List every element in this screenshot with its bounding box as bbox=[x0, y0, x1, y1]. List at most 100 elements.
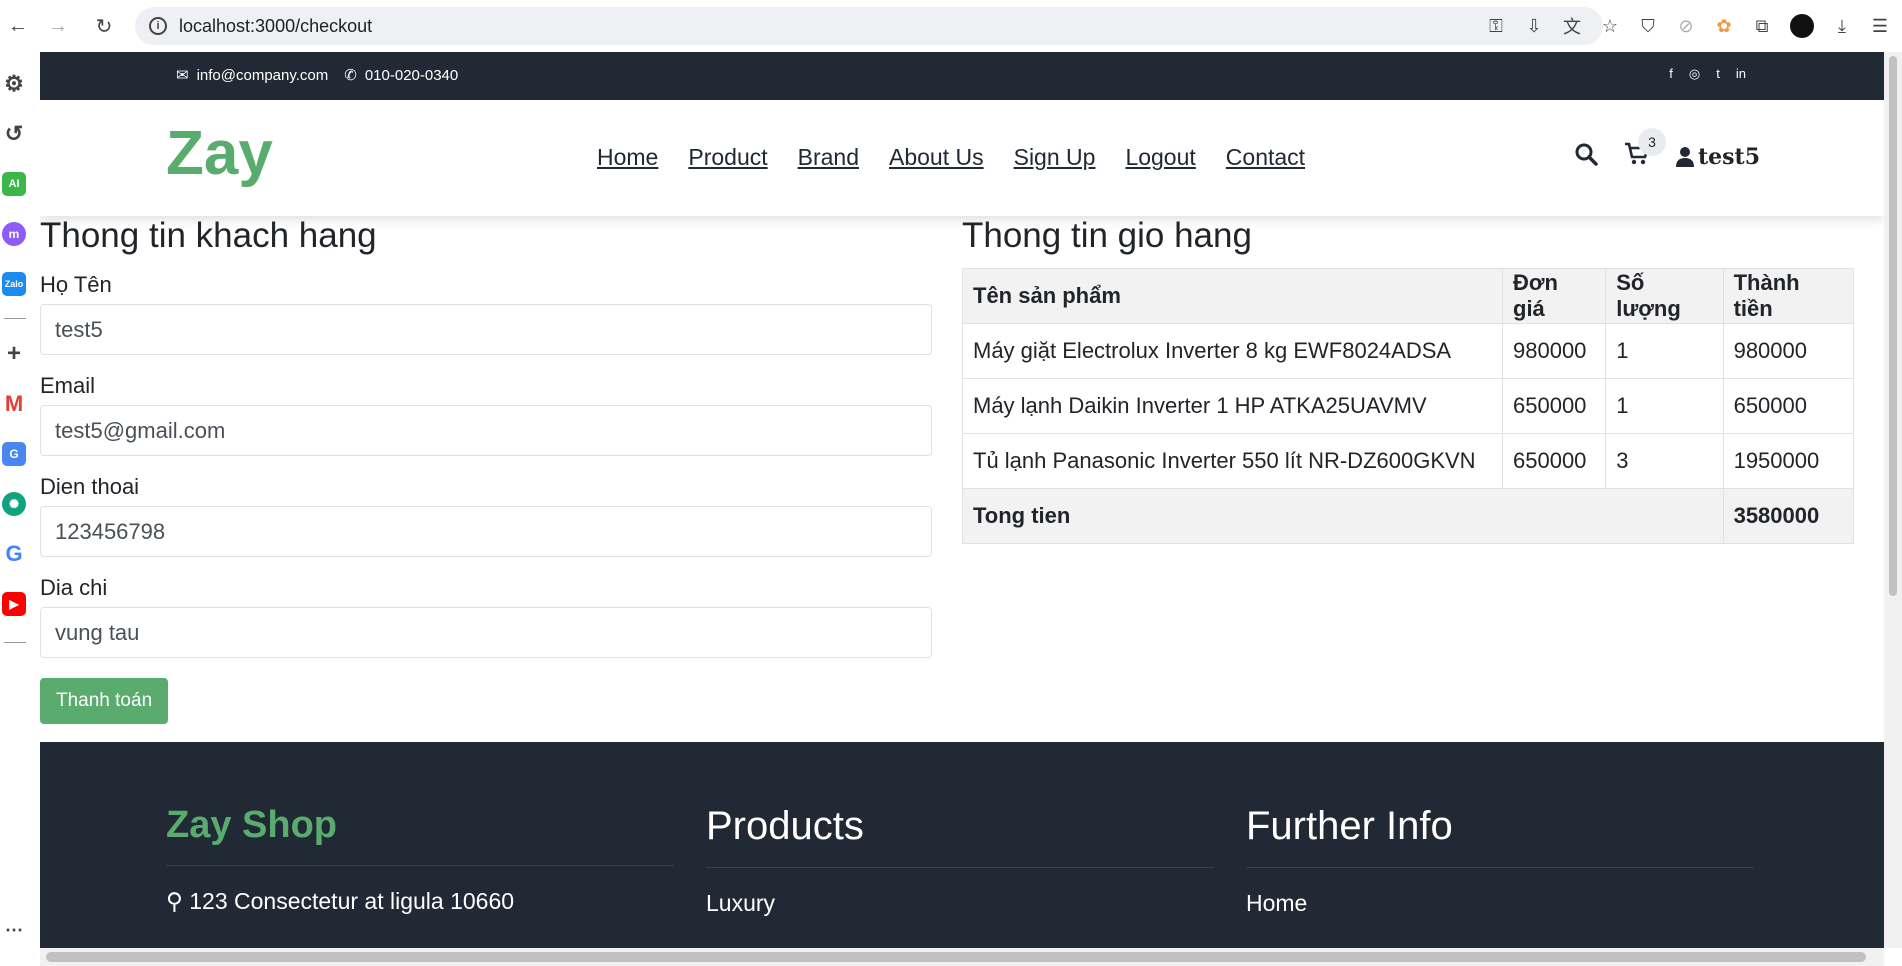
quantity: 1 bbox=[1605, 378, 1724, 434]
total-label: Tong tien bbox=[962, 488, 1724, 544]
zalo-icon[interactable]: Zalo bbox=[2, 272, 26, 296]
browser-toolbar: ← → ↻ i localhost:3000/checkout ⚿ ⇩ 文 ☆ … bbox=[0, 0, 1902, 52]
color-wheel-icon[interactable]: ✿ bbox=[1714, 16, 1734, 36]
phone-text: 010-020-0340 bbox=[364, 66, 459, 84]
footer-address-text: 123 Consectetur at ligula 10660 bbox=[189, 888, 515, 914]
checkout-button[interactable]: Thanh toán bbox=[40, 678, 169, 724]
download-icon[interactable]: ⤓ bbox=[1832, 16, 1852, 36]
email-field[interactable] bbox=[40, 405, 932, 456]
phone-label: Dien thoai bbox=[40, 474, 140, 499]
product-name: Máy lạnh Daikin Inverter 1 HP ATKA25UAVM… bbox=[962, 378, 1503, 434]
username: test5 bbox=[1697, 144, 1760, 170]
customer-info-title: Thong tin khach hang bbox=[40, 216, 377, 255]
sidebar-divider bbox=[4, 642, 26, 643]
sidebar-divider bbox=[4, 318, 26, 319]
linkedin-icon[interactable]: in bbox=[1736, 66, 1746, 82]
puzzle-icon[interactable]: ⧉ bbox=[1752, 16, 1772, 36]
envelope-icon: ✉ bbox=[176, 67, 189, 84]
vertical-scrollbar[interactable] bbox=[1884, 52, 1902, 948]
install-icon[interactable]: ⇩ bbox=[1524, 16, 1544, 36]
footer-col-shop: Zay Shop ⚲ 123 Consectetur at ligula 106… bbox=[166, 804, 674, 915]
settings-icon[interactable]: ⚙ bbox=[2, 71, 26, 96]
main-nav: Home Product Brand About Us Sign Up Logo… bbox=[597, 144, 1305, 171]
translate-icon[interactable]: 文 bbox=[1562, 16, 1582, 37]
customer-info-section: Thong tin khach hang Họ Tên Email Dien t… bbox=[40, 216, 932, 724]
name-label: Họ Tên bbox=[40, 272, 112, 297]
back-icon[interactable]: ← bbox=[0, 8, 36, 44]
table-row: Máy lạnh Daikin Inverter 1 HP ATKA25UAVM… bbox=[962, 378, 1855, 434]
chatgpt-icon[interactable]: ✺ bbox=[2, 492, 26, 516]
history-icon[interactable]: ↺ bbox=[2, 121, 26, 146]
name-field[interactable] bbox=[40, 304, 932, 355]
site-logo[interactable]: Zay bbox=[166, 118, 273, 189]
footer-home-link[interactable]: Home bbox=[1246, 890, 1754, 917]
footer-address: ⚲ 123 Consectetur at ligula 10660 bbox=[166, 888, 674, 915]
phone-link[interactable]: ✆ 010-020-0340 bbox=[344, 66, 459, 85]
address-label: Dia chi bbox=[40, 575, 108, 600]
compass-icon[interactable]: ⊘ bbox=[1676, 16, 1696, 36]
phone-field[interactable] bbox=[40, 506, 932, 557]
email-link[interactable]: ✉ info@company.com bbox=[176, 66, 328, 85]
gmail-icon[interactable]: M bbox=[2, 391, 26, 416]
map-pin-icon: ⚲ bbox=[166, 888, 183, 914]
instagram-icon[interactable]: ◎ bbox=[1689, 66, 1700, 82]
phone-icon: ✆ bbox=[344, 67, 357, 84]
total-row: Tong tien 3580000 bbox=[962, 488, 1855, 544]
col-subtotal: Thành tiền bbox=[1722, 268, 1855, 324]
horizontal-scroll-thumb[interactable] bbox=[46, 952, 1866, 962]
email-label: Email bbox=[40, 373, 96, 398]
youtube-icon[interactable]: ▶ bbox=[2, 592, 26, 616]
social-links: f ◎ t in bbox=[1669, 66, 1746, 82]
forward-icon[interactable]: → bbox=[40, 8, 76, 44]
footer-col-info: Further Info Home bbox=[1246, 804, 1754, 917]
facebook-icon[interactable]: f bbox=[1669, 66, 1673, 82]
nav-product[interactable]: Product bbox=[688, 144, 767, 171]
nav-sign-up[interactable]: Sign Up bbox=[1014, 144, 1096, 171]
horizontal-scrollbar[interactable] bbox=[40, 948, 1884, 966]
shield-icon[interactable]: ⛉ bbox=[1638, 16, 1658, 36]
cart-table: Tên sản phẩm Đơn giá Số lượng Thành tiền… bbox=[962, 268, 1855, 544]
ai-icon[interactable]: AI bbox=[2, 172, 26, 196]
messenger-icon[interactable]: m bbox=[2, 222, 26, 246]
reload-icon[interactable]: ↻ bbox=[86, 8, 122, 44]
product-name: Tủ lạnh Panasonic Inverter 550 lít NR-DZ… bbox=[962, 433, 1503, 489]
address-bar[interactable]: i localhost:3000/checkout bbox=[135, 7, 1603, 45]
product-name: Máy giặt Electrolux Inverter 8 kg EWF802… bbox=[962, 323, 1503, 379]
url-text: localhost:3000/checkout bbox=[179, 15, 373, 36]
page-viewport: ✉ info@company.com ✆ 010-020-0340 f ◎ t … bbox=[40, 52, 1884, 948]
footer-product-link[interactable]: Luxury bbox=[706, 890, 1214, 917]
table-header-row: Tên sản phẩm Đơn giá Số lượng Thành tiền bbox=[962, 268, 1855, 324]
profile-avatar[interactable] bbox=[1790, 14, 1814, 38]
header-actions: 3 test5 bbox=[1574, 128, 1760, 172]
more-icon[interactable]: ⋯ bbox=[2, 918, 26, 942]
nav-about-us[interactable]: About Us bbox=[889, 144, 984, 171]
total-value: 3580000 bbox=[1722, 488, 1855, 544]
top-info-bar: ✉ info@company.com ✆ 010-020-0340 f ◎ t … bbox=[40, 52, 1884, 100]
col-quantity: Số lượng bbox=[1605, 268, 1724, 324]
nav-brand[interactable]: Brand bbox=[798, 144, 859, 171]
nav-home[interactable]: Home bbox=[597, 144, 658, 171]
cart-button[interactable]: 3 bbox=[1624, 128, 1666, 172]
site-info-icon[interactable]: i bbox=[149, 17, 167, 35]
subtotal: 650000 bbox=[1722, 378, 1855, 434]
cart-count-badge: 3 bbox=[1637, 128, 1666, 156]
col-product-name: Tên sản phẩm bbox=[962, 268, 1503, 324]
address-field[interactable] bbox=[40, 607, 932, 658]
twitter-icon[interactable]: t bbox=[1716, 66, 1720, 82]
footer-shop-title: Zay Shop bbox=[166, 804, 674, 866]
subtotal: 1950000 bbox=[1722, 433, 1855, 489]
quantity: 3 bbox=[1605, 433, 1724, 489]
nav-contact[interactable]: Contact bbox=[1226, 144, 1305, 171]
footer-products-title: Products bbox=[706, 804, 1214, 868]
site-header: Zay Home Product Brand About Us Sign Up … bbox=[40, 100, 1884, 216]
nav-logout[interactable]: Logout bbox=[1125, 144, 1195, 171]
add-icon[interactable]: + bbox=[2, 340, 26, 367]
google-icon[interactable]: G bbox=[2, 541, 26, 566]
vertical-scroll-thumb[interactable] bbox=[1889, 56, 1897, 596]
search-icon[interactable] bbox=[1574, 142, 1598, 172]
star-icon[interactable]: ☆ bbox=[1600, 16, 1620, 36]
menu-icon[interactable]: ☰ bbox=[1870, 16, 1890, 36]
key-icon[interactable]: ⚿ bbox=[1486, 16, 1506, 36]
google-translate-icon[interactable]: G bbox=[2, 442, 26, 466]
user-account[interactable]: test5 bbox=[1675, 144, 1760, 170]
